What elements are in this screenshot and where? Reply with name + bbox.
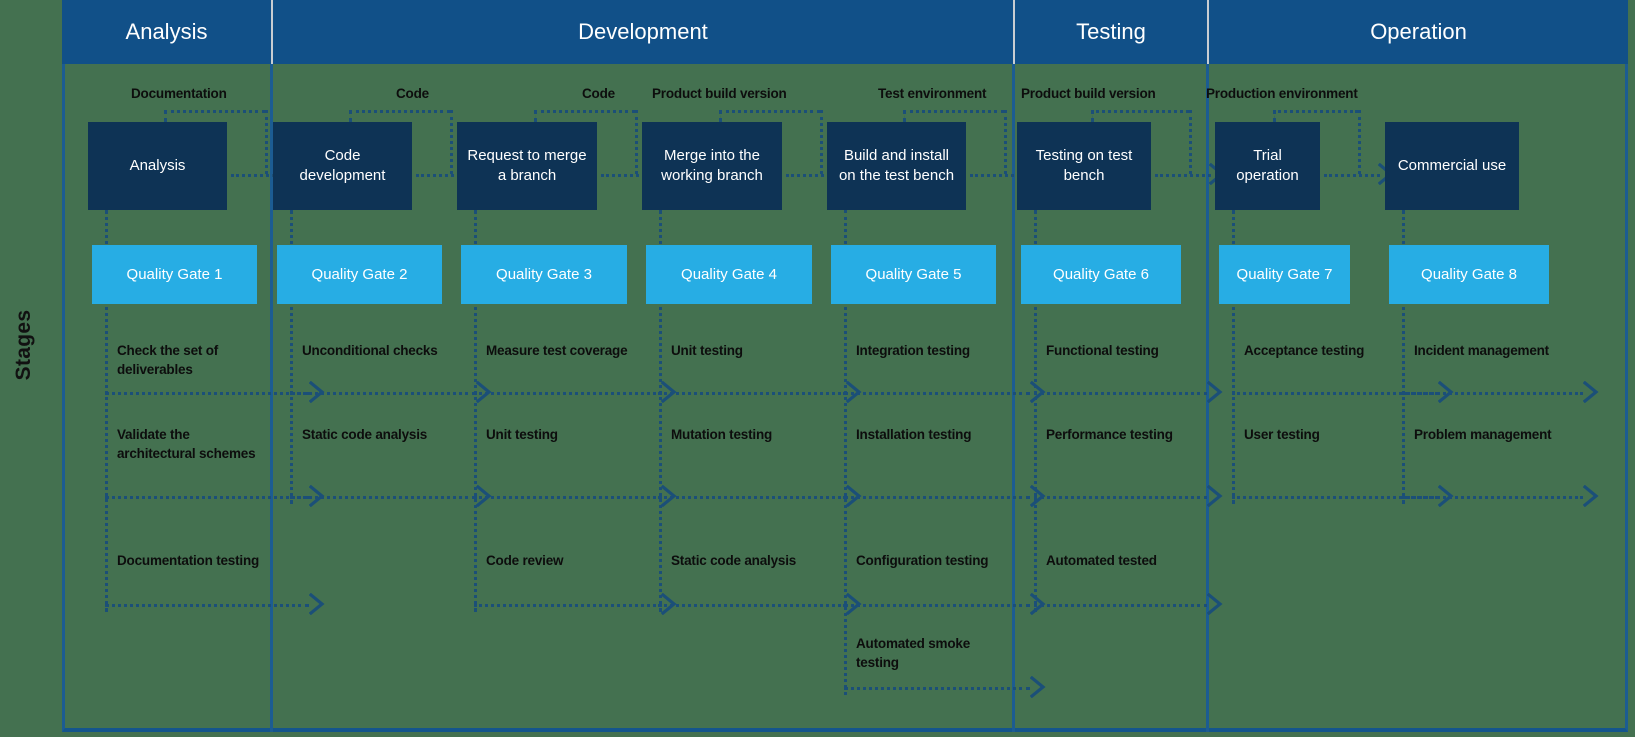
stage-header-analysis[interactable]: Analysis — [62, 0, 273, 64]
quality-gate-box-commercial-use[interactable]: Quality Gate 8 — [1389, 245, 1549, 304]
connector-top-trial-operation — [1273, 110, 1358, 113]
activity-arrow-line-testing-on-test-bench-3 — [1034, 604, 1207, 607]
process-box-build-and-install-on-the-test-bench[interactable]: Build and install on the test bench — [827, 122, 966, 210]
activity-label-build-and-install-on-the-test-bench-1: Integration testing — [856, 343, 970, 358]
activity-label-code-development-2: Static code analysis — [302, 427, 428, 442]
activity-label-analysis-1: Check the set of deliverables — [117, 343, 219, 377]
activity-arrow-line-merge-into-the-working-branch-3 — [659, 604, 846, 607]
activity-arrow-line-merge-into-the-working-branch-1 — [659, 392, 846, 395]
activity-arrow-line-request-to-merge-a-branch-2 — [474, 496, 661, 499]
quality-gate-box-request-to-merge-a-branch[interactable]: Quality Gate 3 — [461, 245, 627, 304]
connector-drop-code-development — [450, 110, 453, 174]
activity-label-testing-on-test-bench-1: Functional testing — [1046, 343, 1159, 358]
activity-label-build-and-install-on-the-test-bench-4: Automated smoke testing — [856, 636, 971, 670]
connector-into-arrow-trial-operation — [1324, 174, 1380, 177]
connector-top-code-development — [349, 110, 450, 113]
quality-gate-box-testing-on-test-bench[interactable]: Quality Gate 6 — [1021, 245, 1181, 304]
artefact-label-build-and-install-on-the-test-bench: Test environment — [878, 86, 987, 101]
activity-label-merge-into-the-working-branch-3: Static code analysis — [671, 553, 797, 568]
connector-top-merge-into-the-working-branch — [719, 110, 820, 113]
activity-label-merge-into-the-working-branch-1: Unit testing — [671, 343, 743, 358]
stage-header-testing[interactable]: Testing — [1015, 0, 1209, 64]
activity-label-analysis-2: Validate the architectural schemes — [117, 427, 256, 461]
connector-drop-trial-operation — [1358, 110, 1361, 174]
activity-label-commercial-use-2: Problem management — [1414, 427, 1552, 442]
activity-label-code-development-1: Unconditional checks — [302, 343, 438, 358]
activity-label-trial-operation-2: User testing — [1244, 427, 1320, 442]
activity-label-merge-into-the-working-branch-2: Mutation testing — [671, 427, 773, 442]
activity-label-testing-on-test-bench-2: Performance testing — [1046, 427, 1173, 442]
diagram-canvas: Stages Analysis Development Testing Oper… — [0, 0, 1635, 737]
connector-top-build-and-install-on-the-test-bench — [903, 110, 1004, 113]
process-box-analysis[interactable]: Analysis — [88, 122, 227, 210]
stage-header-operation[interactable]: Operation — [1209, 0, 1628, 64]
connector-drop-request-to-merge-a-branch — [635, 110, 638, 174]
activity-arrow-line-build-and-install-on-the-test-bench-1 — [844, 392, 1030, 395]
activity-label-commercial-use-1: Incident management — [1414, 343, 1549, 358]
artefact-label-request-to-merge-a-branch: Code — [582, 86, 615, 101]
stage-header-row: Analysis Development Testing Operation — [62, 0, 1628, 64]
activity-arrow-line-commercial-use-1 — [1402, 392, 1583, 395]
artefact-label-testing-on-test-bench: Product build version — [1021, 86, 1156, 101]
connector-drop-build-and-install-on-the-test-bench — [1004, 110, 1007, 174]
connector-into-arrow-testing-on-test-bench — [1155, 174, 1211, 177]
stage-header-development[interactable]: Development — [273, 0, 1015, 64]
activity-arrow-line-build-and-install-on-the-test-bench-3 — [844, 604, 1030, 607]
process-box-merge-into-the-working-branch[interactable]: Merge into the working branch — [642, 122, 782, 210]
process-box-commercial-use[interactable]: Commercial use — [1385, 122, 1519, 210]
activity-arrow-line-code-development-1 — [290, 392, 476, 395]
quality-gate-box-build-and-install-on-the-test-bench[interactable]: Quality Gate 5 — [831, 245, 996, 304]
connector-drop-merge-into-the-working-branch — [820, 110, 823, 174]
artefact-label-analysis: Documentation — [131, 86, 227, 101]
activity-label-request-to-merge-a-branch-1: Measure test coverage — [486, 343, 628, 358]
activity-label-request-to-merge-a-branch-3: Code review — [486, 553, 564, 568]
activity-arrow-line-build-and-install-on-the-test-bench-2 — [844, 496, 1030, 499]
connector-top-testing-on-test-bench — [1091, 110, 1189, 113]
axis-label-stages: Stages — [12, 309, 35, 381]
activity-arrow-line-commercial-use-2 — [1402, 496, 1583, 499]
process-box-testing-on-test-bench[interactable]: Testing on test bench — [1017, 122, 1151, 210]
artefact-label-merge-into-the-working-branch: Product build version — [652, 86, 787, 101]
quality-gate-box-code-development[interactable]: Quality Gate 2 — [277, 245, 442, 304]
activity-arrow-line-merge-into-the-working-branch-2 — [659, 496, 846, 499]
activity-label-request-to-merge-a-branch-2: Unit testing — [486, 427, 558, 442]
activity-label-trial-operation-1: Acceptance testing — [1244, 343, 1365, 358]
artefact-label-trial-operation: Production environment — [1206, 86, 1358, 101]
activity-label-testing-on-test-bench-3: Automated tested — [1046, 553, 1157, 568]
activity-arrow-line-build-and-install-on-the-test-bench-4 — [844, 687, 1030, 690]
activity-arrow-line-testing-on-test-bench-2 — [1034, 496, 1207, 499]
activity-arrow-line-analysis-1 — [105, 392, 309, 395]
artefact-label-code-development: Code — [396, 86, 429, 101]
process-box-request-to-merge-a-branch[interactable]: Request to merge a branch — [457, 122, 597, 210]
connector-top-request-to-merge-a-branch — [534, 110, 635, 113]
activity-label-build-and-install-on-the-test-bench-2: Installation testing — [856, 427, 972, 442]
activity-label-analysis-3: Documentation testing — [117, 553, 260, 568]
activity-arrow-line-request-to-merge-a-branch-1 — [474, 392, 661, 395]
activity-label-build-and-install-on-the-test-bench-3: Configuration testing — [856, 553, 989, 568]
connector-drop-testing-on-test-bench — [1189, 110, 1192, 174]
activity-arrow-line-analysis-3 — [105, 604, 309, 607]
quality-gate-box-merge-into-the-working-branch[interactable]: Quality Gate 4 — [646, 245, 812, 304]
activity-arrow-line-code-development-2 — [290, 496, 476, 499]
quality-gate-box-trial-operation[interactable]: Quality Gate 7 — [1219, 245, 1350, 304]
activity-arrow-line-testing-on-test-bench-1 — [1034, 392, 1207, 395]
process-box-code-development[interactable]: Code development — [273, 122, 412, 210]
process-box-trial-operation[interactable]: Trial operation — [1215, 122, 1320, 210]
activity-arrow-line-analysis-2 — [105, 496, 309, 499]
quality-gate-box-analysis[interactable]: Quality Gate 1 — [92, 245, 257, 304]
connector-top-analysis — [164, 110, 265, 113]
activity-arrow-line-request-to-merge-a-branch-3 — [474, 604, 661, 607]
connector-drop-analysis — [265, 110, 268, 174]
